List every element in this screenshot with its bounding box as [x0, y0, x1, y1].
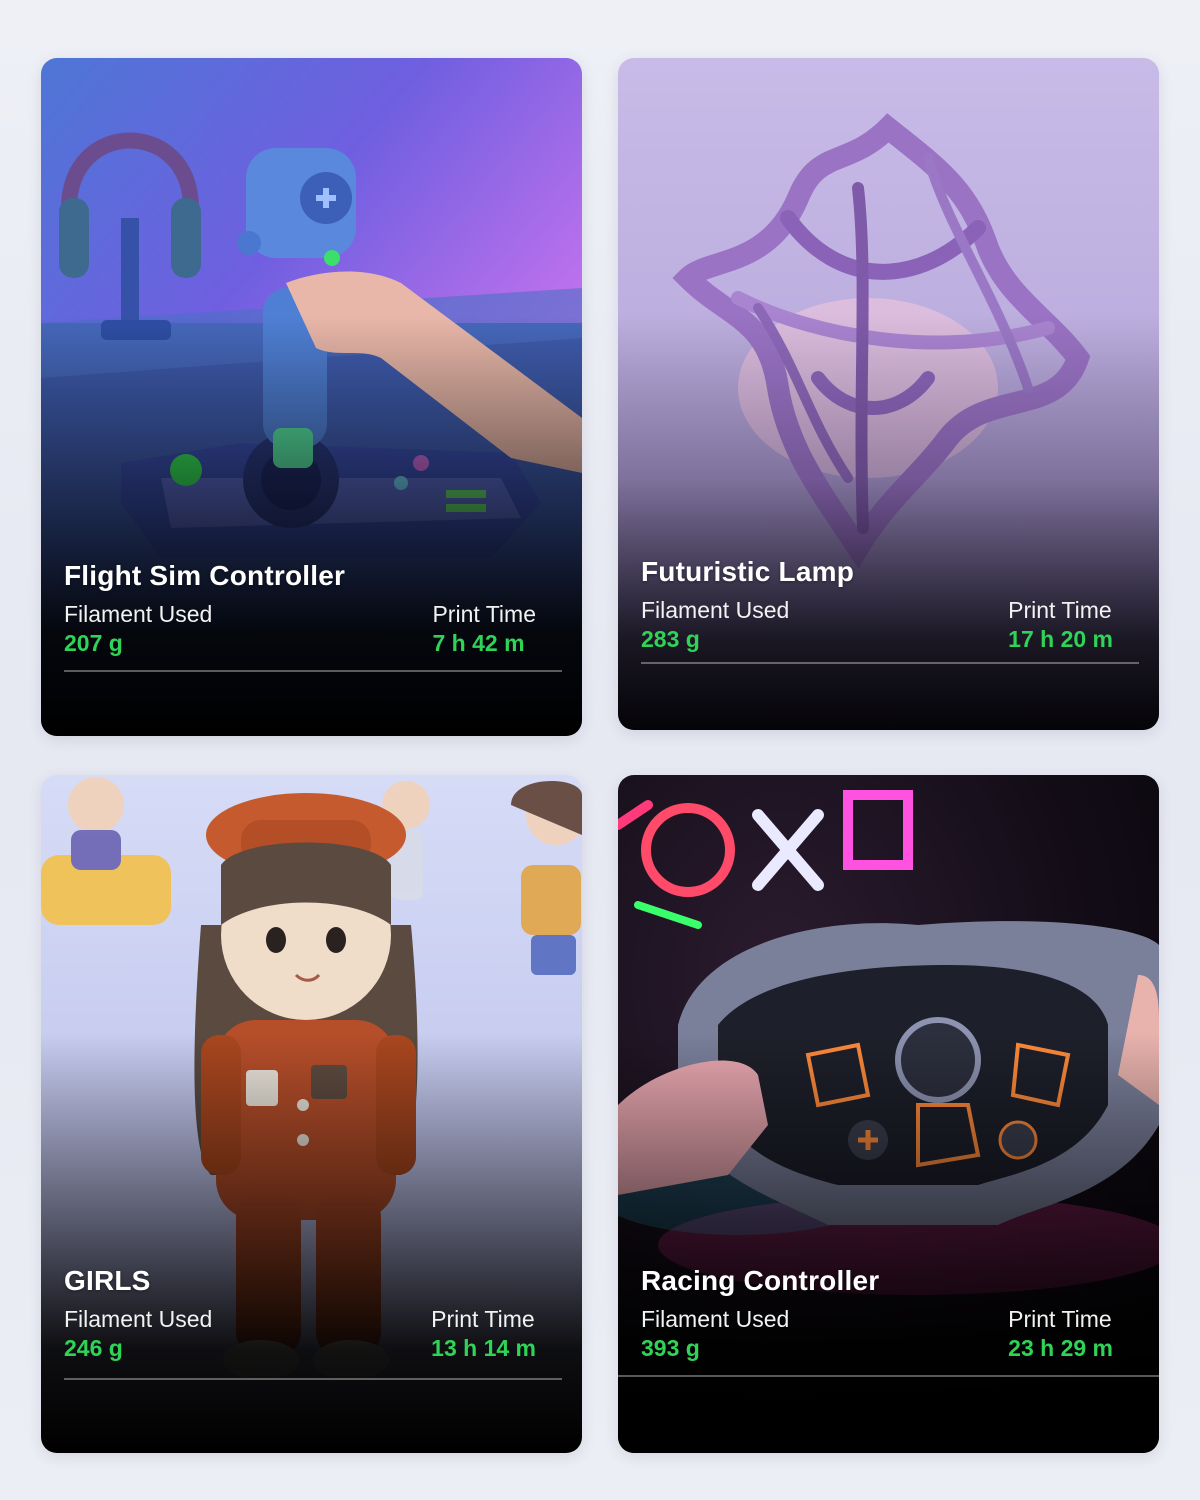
project-card-girls[interactable]: GIRLS Filament Used 246 g Print Time 13 …	[41, 775, 582, 1453]
project-card-racing-controller[interactable]: Racing Controller Filament Used 393 g Pr…	[618, 775, 1159, 1453]
filament-stat: Filament Used 246 g	[64, 1305, 212, 1363]
card-gradient-overlay	[41, 1032, 582, 1453]
card-stats: Filament Used 246 g Print Time 13 h 14 m	[64, 1305, 562, 1363]
print-time-label: Print Time	[1008, 1306, 1112, 1332]
print-time-value: 17 h 20 m	[1008, 626, 1113, 652]
card-gradient-overlay	[618, 313, 1159, 730]
filament-label: Filament Used	[641, 1306, 790, 1332]
filament-stat: Filament Used 283 g	[641, 596, 789, 654]
project-card-futuristic-lamp[interactable]: Futuristic Lamp Filament Used 283 g Prin…	[618, 58, 1159, 730]
card-divider	[618, 1375, 1159, 1377]
filament-stat: Filament Used 207 g	[64, 600, 212, 658]
card-title: Futuristic Lamp	[641, 556, 855, 587]
filament-label: Filament Used	[641, 597, 790, 623]
card-stats: Filament Used 207 g Print Time 7 h 42 m	[64, 600, 562, 658]
print-time-stat: Print Time 23 h 29 m	[1008, 1305, 1139, 1363]
filament-label: Filament Used	[64, 1306, 213, 1332]
card-info: Flight Sim Controller Filament Used 207 …	[64, 560, 562, 658]
filament-value: 283 g	[641, 626, 700, 652]
filament-stat: Filament Used 393 g	[641, 1305, 789, 1363]
card-stats: Filament Used 283 g Print Time 17 h 20 m	[641, 596, 1139, 654]
card-info: GIRLS Filament Used 246 g Print Time 13 …	[64, 1265, 562, 1363]
headphones-stand-shape	[59, 132, 201, 340]
card-title: Racing Controller	[641, 1265, 880, 1296]
card-info: Futuristic Lamp Filament Used 283 g Prin…	[641, 556, 1139, 654]
print-time-value: 23 h 29 m	[1008, 1335, 1113, 1361]
filament-label: Filament Used	[64, 601, 213, 627]
neon-signs-shape	[618, 790, 913, 929]
print-time-label: Print Time	[431, 1306, 535, 1332]
filament-value: 246 g	[64, 1335, 123, 1361]
print-time-label: Print Time	[1008, 597, 1112, 623]
print-time-label: Print Time	[432, 601, 536, 627]
card-title: Flight Sim Controller	[64, 560, 346, 591]
print-time-value: 13 h 14 m	[431, 1335, 536, 1361]
card-info: Racing Controller Filament Used 393 g Pr…	[641, 1265, 1139, 1363]
card-divider	[64, 1378, 562, 1380]
print-time-stat: Print Time 7 h 42 m	[432, 600, 562, 658]
card-divider	[641, 662, 1139, 664]
card-stats: Filament Used 393 g Print Time 23 h 29 m	[641, 1305, 1139, 1363]
card-divider	[64, 670, 562, 672]
card-title: GIRLS	[64, 1265, 151, 1296]
print-time-value: 7 h 42 m	[432, 630, 525, 656]
print-time-stat: Print Time 13 h 14 m	[431, 1305, 562, 1363]
filament-value: 393 g	[641, 1335, 700, 1361]
project-card-flight-sim-controller[interactable]: Flight Sim Controller Filament Used 207 …	[41, 58, 582, 736]
filament-value: 207 g	[64, 630, 123, 656]
print-time-stat: Print Time 17 h 20 m	[1008, 596, 1139, 654]
card-gradient-overlay	[618, 1032, 1159, 1453]
card-gradient-overlay	[41, 315, 582, 736]
